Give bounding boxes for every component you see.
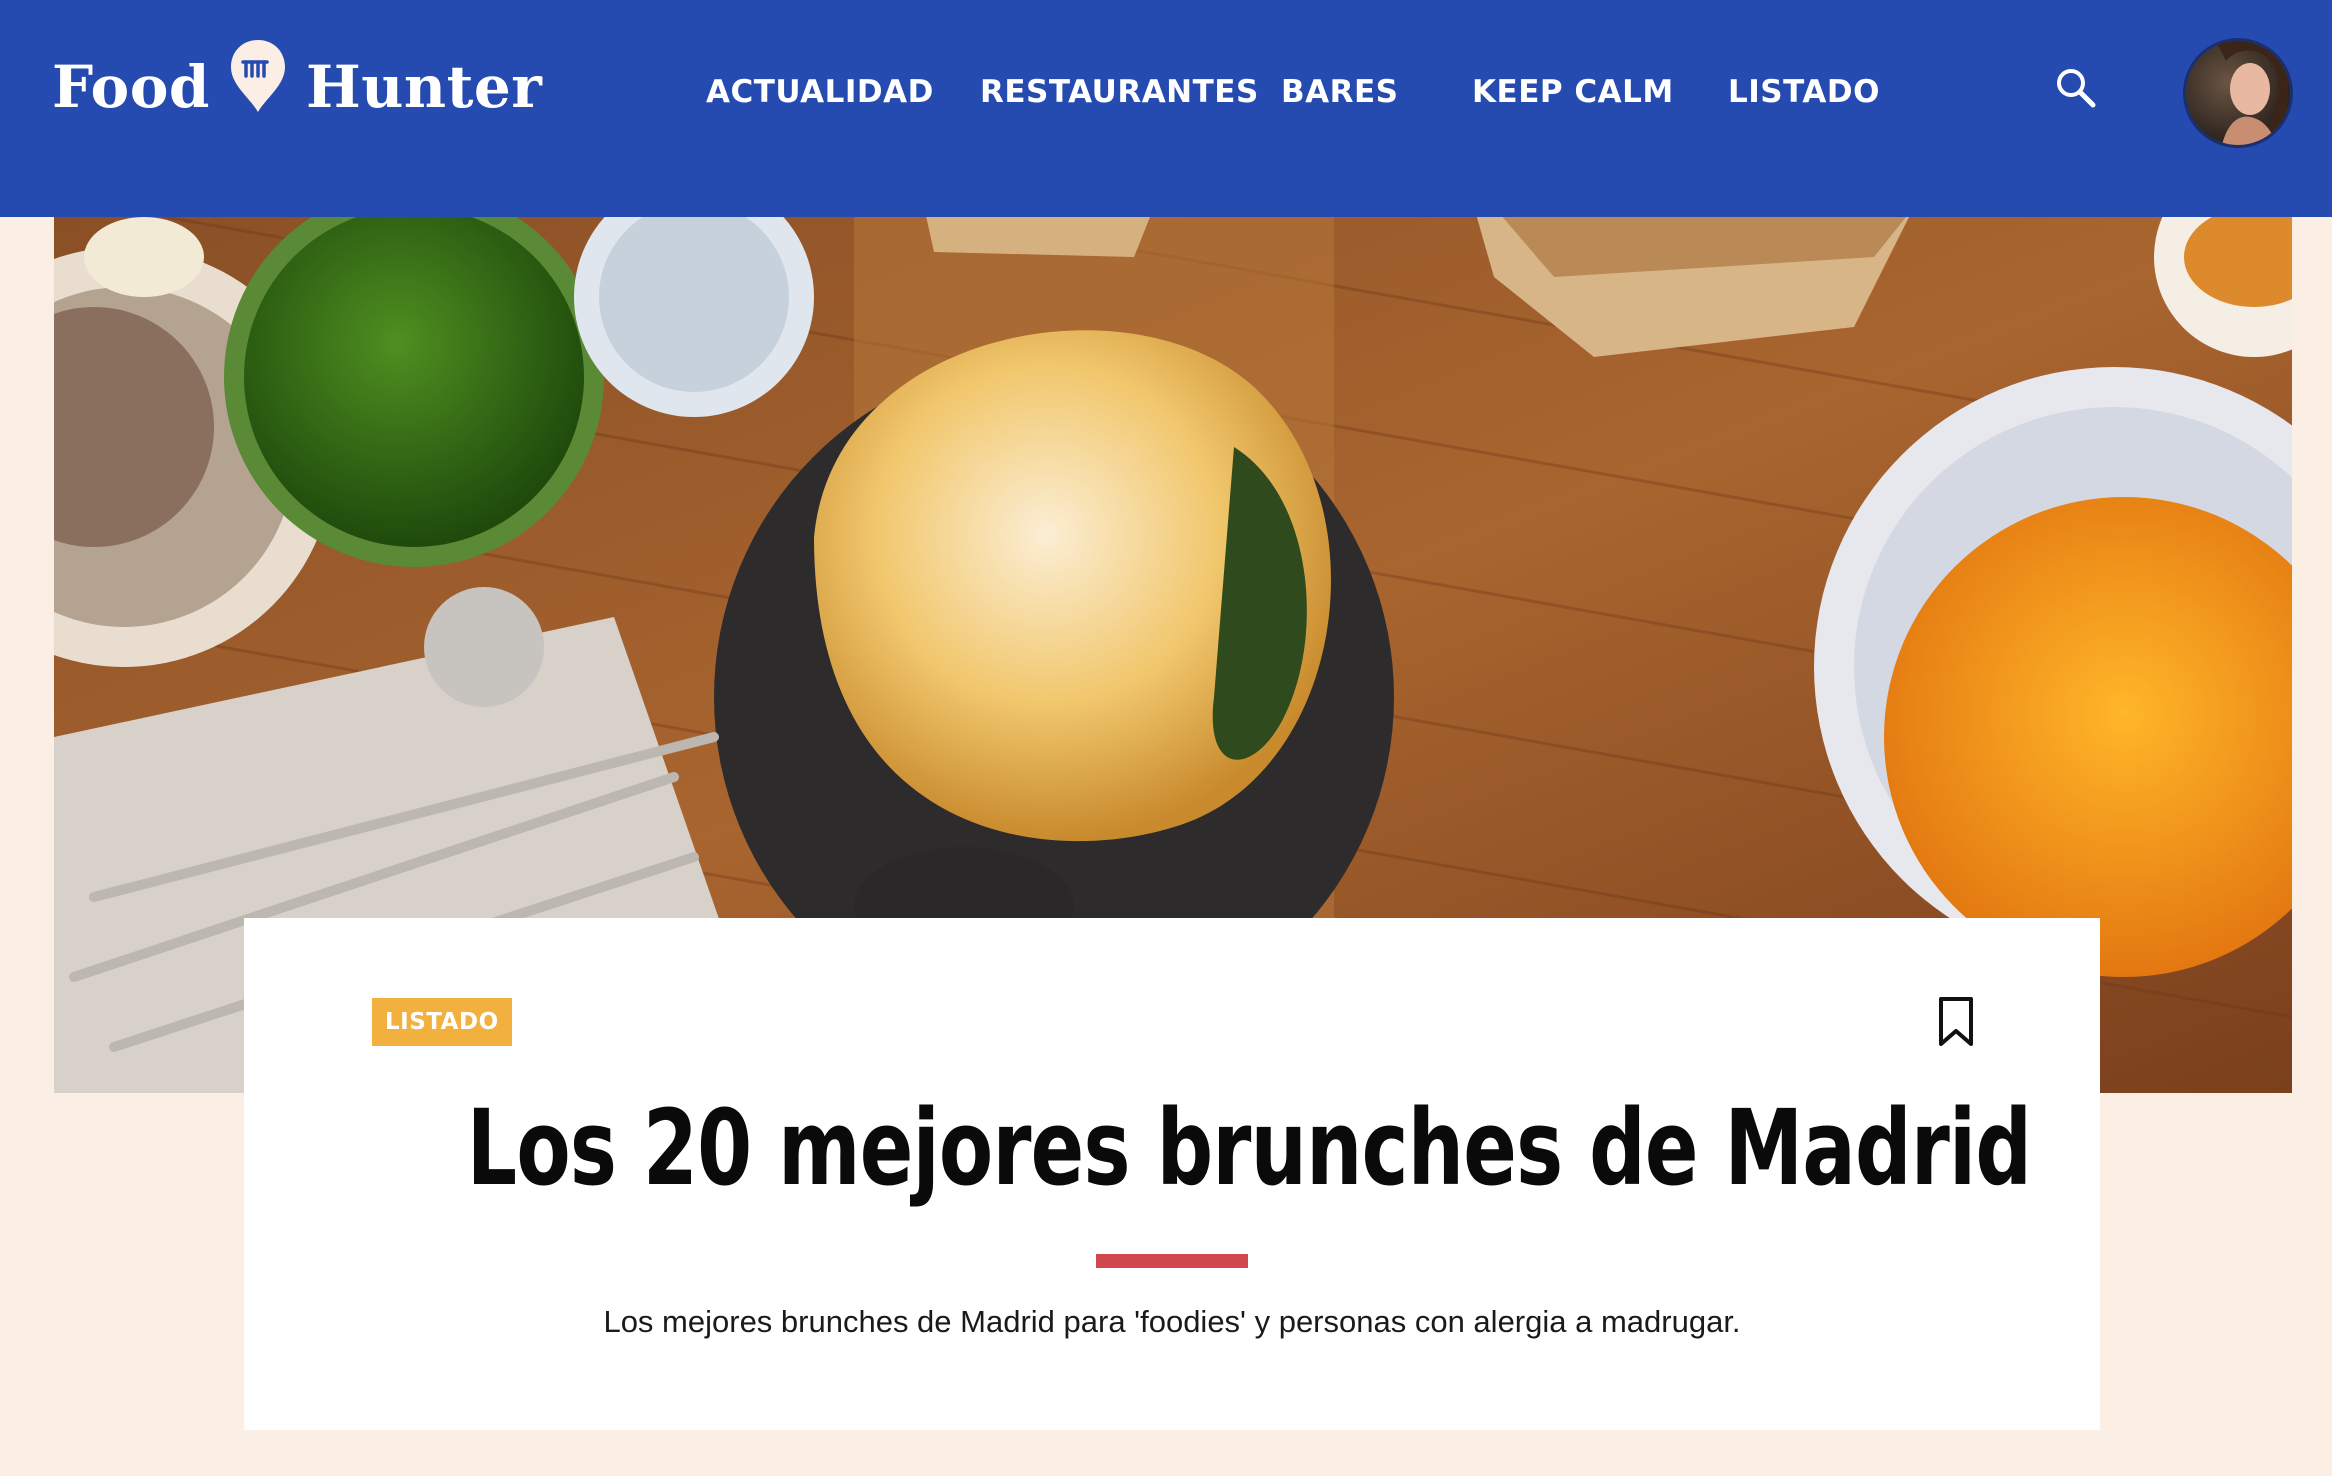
avatar-image [2186, 41, 2290, 145]
nav-item-restaurantes[interactable]: RESTAURANTES [980, 62, 1259, 122]
food-hunter-logo[interactable]: Food Hunter [52, 40, 543, 132]
nav-item-bares[interactable]: BARES [1281, 62, 1399, 122]
user-avatar[interactable] [2183, 38, 2293, 148]
article-title: Los 20 mejores brunches de Madrid [466, 1087, 2032, 1209]
search-icon[interactable] [2054, 66, 2098, 110]
category-badge[interactable]: LISTADO [372, 998, 512, 1046]
nav-item-listado[interactable]: LISTADO [1728, 62, 1880, 122]
article-subtitle: Los mejores brunches de Madrid para 'foo… [603, 1304, 1741, 1339]
title-divider [1096, 1254, 1248, 1268]
nav-item-actualidad[interactable]: ACTUALIDAD [706, 62, 934, 122]
top-navigation-bar: Food Hunter ACTUALIDAD RESTAURANTES BARE… [0, 0, 2332, 217]
article-card: LISTADO Los 20 mejores brunches de Madri… [244, 918, 2100, 1430]
nav-item-keep-calm[interactable]: KEEP CALM [1472, 62, 1674, 122]
location-pin-icon [230, 40, 285, 112]
logo-word-food: Food [52, 53, 210, 121]
logo-word-hunter: Hunter [305, 53, 543, 121]
bookmark-icon[interactable] [1936, 996, 1976, 1048]
